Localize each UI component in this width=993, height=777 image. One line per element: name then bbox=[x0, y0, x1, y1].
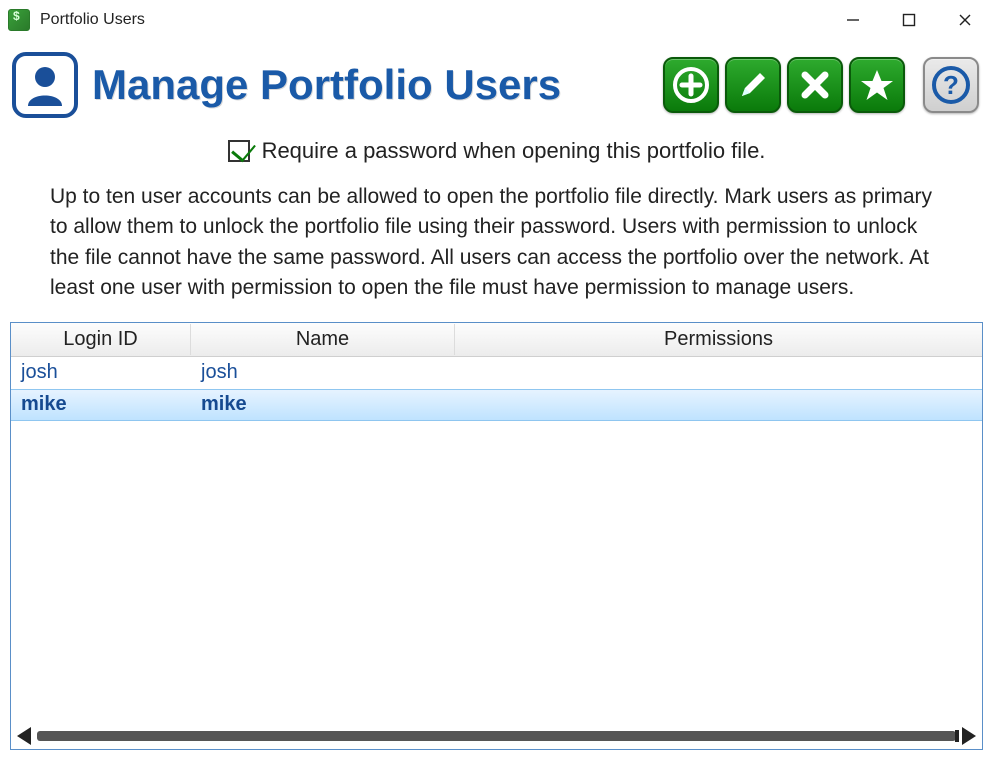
table-row[interactable]: mikemike bbox=[11, 389, 982, 421]
minimize-button[interactable] bbox=[825, 0, 881, 40]
close-button[interactable] bbox=[937, 0, 993, 40]
scroll-track[interactable] bbox=[37, 731, 956, 741]
header: Manage Portfolio Users bbox=[6, 52, 987, 126]
require-password-row: Require a password when opening this por… bbox=[6, 138, 987, 164]
app-icon bbox=[8, 9, 30, 31]
cell-login: josh bbox=[11, 359, 191, 386]
scroll-left-icon[interactable] bbox=[17, 727, 31, 745]
page-title: Manage Portfolio Users bbox=[92, 61, 561, 109]
require-password-label: Require a password when opening this por… bbox=[262, 138, 766, 164]
scroll-right-icon[interactable] bbox=[962, 727, 976, 745]
cell-name: josh bbox=[191, 359, 455, 386]
users-table: Login ID Name Permissions joshjoshmikemi… bbox=[10, 322, 983, 750]
edit-button[interactable] bbox=[725, 57, 781, 113]
cell-name: mike bbox=[191, 391, 455, 418]
delete-button[interactable] bbox=[787, 57, 843, 113]
user-icon bbox=[12, 52, 78, 118]
titlebar: Portfolio Users bbox=[0, 0, 993, 40]
cell-login: mike bbox=[11, 391, 191, 418]
require-password-checkbox[interactable] bbox=[228, 140, 250, 162]
svg-text:?: ? bbox=[943, 70, 959, 100]
col-name-header[interactable]: Name bbox=[191, 324, 455, 355]
toolbar: ? bbox=[663, 57, 979, 113]
maximize-button[interactable] bbox=[881, 0, 937, 40]
col-login-header[interactable]: Login ID bbox=[11, 324, 191, 355]
add-button[interactable] bbox=[663, 57, 719, 113]
table-row[interactable]: joshjosh bbox=[11, 357, 982, 389]
cell-permissions bbox=[455, 403, 982, 407]
col-permissions-header[interactable]: Permissions bbox=[455, 324, 982, 355]
table-header: Login ID Name Permissions bbox=[11, 323, 982, 357]
help-button[interactable]: ? bbox=[923, 57, 979, 113]
description-text: Up to ten user accounts can be allowed t… bbox=[6, 182, 987, 322]
horizontal-scrollbar[interactable] bbox=[11, 723, 982, 749]
window-title: Portfolio Users bbox=[40, 11, 145, 29]
cell-permissions bbox=[455, 371, 982, 375]
window-controls bbox=[825, 0, 993, 40]
table-body: joshjoshmikemike bbox=[11, 357, 982, 723]
primary-button[interactable] bbox=[849, 57, 905, 113]
